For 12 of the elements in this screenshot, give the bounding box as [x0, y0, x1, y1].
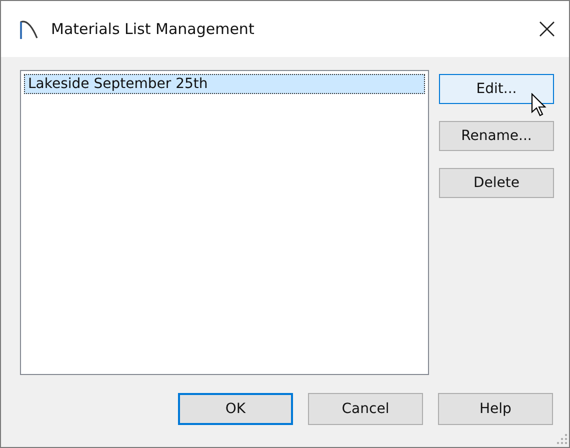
dialog-button[interactable]: Help	[438, 393, 553, 425]
resize-grip-icon[interactable]	[557, 434, 567, 444]
dialog-button[interactable]: OK	[178, 393, 293, 425]
list-item[interactable]: Lakeside September 25th	[24, 74, 425, 94]
dialog-button[interactable]: Delete	[439, 168, 554, 198]
dialog-button[interactable]: Cancel	[308, 393, 423, 425]
close-icon[interactable]	[539, 21, 555, 37]
window-title: Materials List Management	[51, 20, 256, 38]
dialog-button[interactable]: Edit...	[439, 74, 554, 104]
arch-icon	[19, 18, 39, 40]
dialog-button[interactable]: Rename...	[439, 121, 554, 151]
cursor-icon	[531, 93, 547, 117]
